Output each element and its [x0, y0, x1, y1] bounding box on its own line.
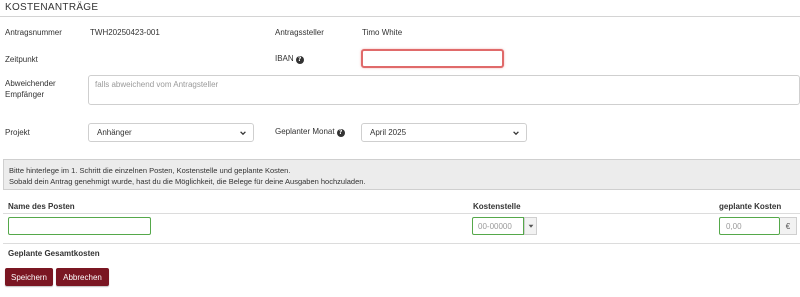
empfaenger-label-line1: Abweichender: [5, 79, 56, 88]
info-line-2: Sobald dein Antrag genehmigt wurde, hast…: [9, 177, 366, 186]
antragsteller-value: Timo White: [362, 28, 403, 37]
monat-select[interactable]: April 2025: [361, 123, 527, 142]
page-title: KOSTENANTRÄGE: [5, 2, 99, 13]
currency-addon: €: [780, 217, 797, 235]
projekt-label: Projekt: [5, 128, 30, 137]
chevron-down-icon: [513, 130, 519, 135]
kostenstelle-dropdown-button[interactable]: [524, 217, 537, 235]
help-icon[interactable]: ?: [336, 129, 345, 137]
monat-selected-value: April 2025: [370, 128, 407, 137]
monat-label-wrap: Geplanter Monat?: [275, 127, 345, 137]
posten-name-input[interactable]: [8, 217, 151, 235]
iban-label-wrap: IBAN?: [275, 54, 304, 64]
zeitpunkt-label: Zeitpunkt: [5, 55, 38, 64]
iban-label: IBAN: [275, 54, 294, 63]
empfaenger-label-line2: Empfänger: [5, 90, 45, 99]
caret-down-icon: [528, 224, 533, 228]
col-header-kostenstelle: Kostenstelle: [473, 202, 521, 211]
kostenstelle-input[interactable]: 00-00000: [472, 217, 524, 235]
total-label: Geplante Gesamtkosten: [8, 249, 100, 258]
kostenstelle-placeholder: 00-00000: [478, 221, 512, 231]
col-header-kosten: geplante Kosten: [719, 202, 782, 211]
antragsnummer-value: TWH20250423-001: [90, 28, 160, 37]
projekt-selected-value: Anhänger: [97, 128, 132, 137]
save-button[interactable]: Speichern: [5, 268, 53, 286]
info-box: Bitte hinterlege im 1. Schritt die einze…: [3, 159, 800, 190]
antragsteller-label: Antragssteller: [275, 28, 324, 37]
kosten-placeholder: 0,00: [726, 221, 742, 231]
empfaenger-textarea[interactable]: falls abweichend vom Antragsteller: [88, 75, 800, 105]
iban-input[interactable]: [361, 49, 504, 68]
info-line-1: Bitte hinterlege im 1. Schritt die einze…: [9, 166, 291, 175]
cancel-button[interactable]: Abbrechen: [56, 268, 109, 286]
help-icon[interactable]: ?: [295, 56, 304, 64]
projekt-select[interactable]: Anhänger: [88, 123, 254, 142]
chevron-down-icon: [240, 130, 246, 135]
col-header-name: Name des Posten: [8, 202, 75, 211]
table-row-divider: [3, 243, 800, 244]
table-header-divider: [3, 213, 800, 214]
currency-symbol: €: [785, 221, 791, 231]
empfaenger-placeholder: falls abweichend vom Antragsteller: [95, 80, 219, 89]
monat-label: Geplanter Monat: [275, 127, 335, 136]
geplante-kosten-input[interactable]: 0,00: [719, 217, 780, 235]
page-header: [0, 0, 800, 17]
antragsnummer-label: Antragsnummer: [5, 28, 62, 37]
